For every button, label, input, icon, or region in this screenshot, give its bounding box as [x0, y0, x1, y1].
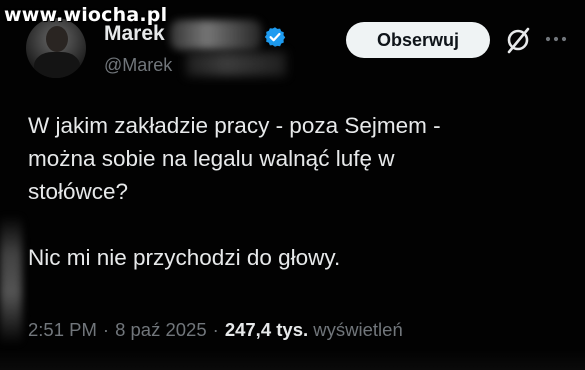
grok-icon[interactable]	[503, 25, 533, 55]
tweet-text: W jakim zakładzie pracy - poza Sejmem - …	[28, 109, 568, 274]
bottom-shade	[0, 350, 585, 370]
avatar[interactable]	[26, 18, 86, 78]
tweet-paragraph-2: Nic mi nie przychodzi do głowy.	[28, 245, 341, 270]
tweet-card: www.wiocha.pl Marek @Marek Obserwuj W ja…	[0, 0, 585, 370]
tweet-paragraph-1: W jakim zakładzie pracy - poza Sejmem - …	[28, 113, 441, 204]
views-count[interactable]: 247,4 tys.	[225, 319, 308, 340]
edge-censor-blur	[0, 215, 22, 345]
watermark: www.wiocha.pl	[4, 4, 168, 26]
views-label: wyświetleń	[313, 319, 403, 340]
more-options-icon[interactable]	[545, 33, 567, 45]
meta-separator: ·	[102, 319, 110, 340]
meta-separator: ·	[212, 319, 219, 340]
name-censor-blur	[170, 20, 262, 50]
verified-badge-icon	[264, 27, 286, 47]
tweet-time[interactable]: 2:51 PM	[28, 319, 97, 340]
avatar-head-shape	[46, 26, 68, 52]
tweet-meta: 2:51 PM · 8 paź 2025 · 247,4 tys. wyświetleń	[28, 318, 403, 342]
tweet-date[interactable]: 8 paź 2025	[115, 319, 207, 340]
avatar-body-shape	[34, 52, 80, 78]
author-handle[interactable]: @Marek	[104, 54, 172, 76]
handle-censor-blur	[186, 52, 286, 76]
follow-button[interactable]: Obserwuj	[346, 22, 490, 58]
